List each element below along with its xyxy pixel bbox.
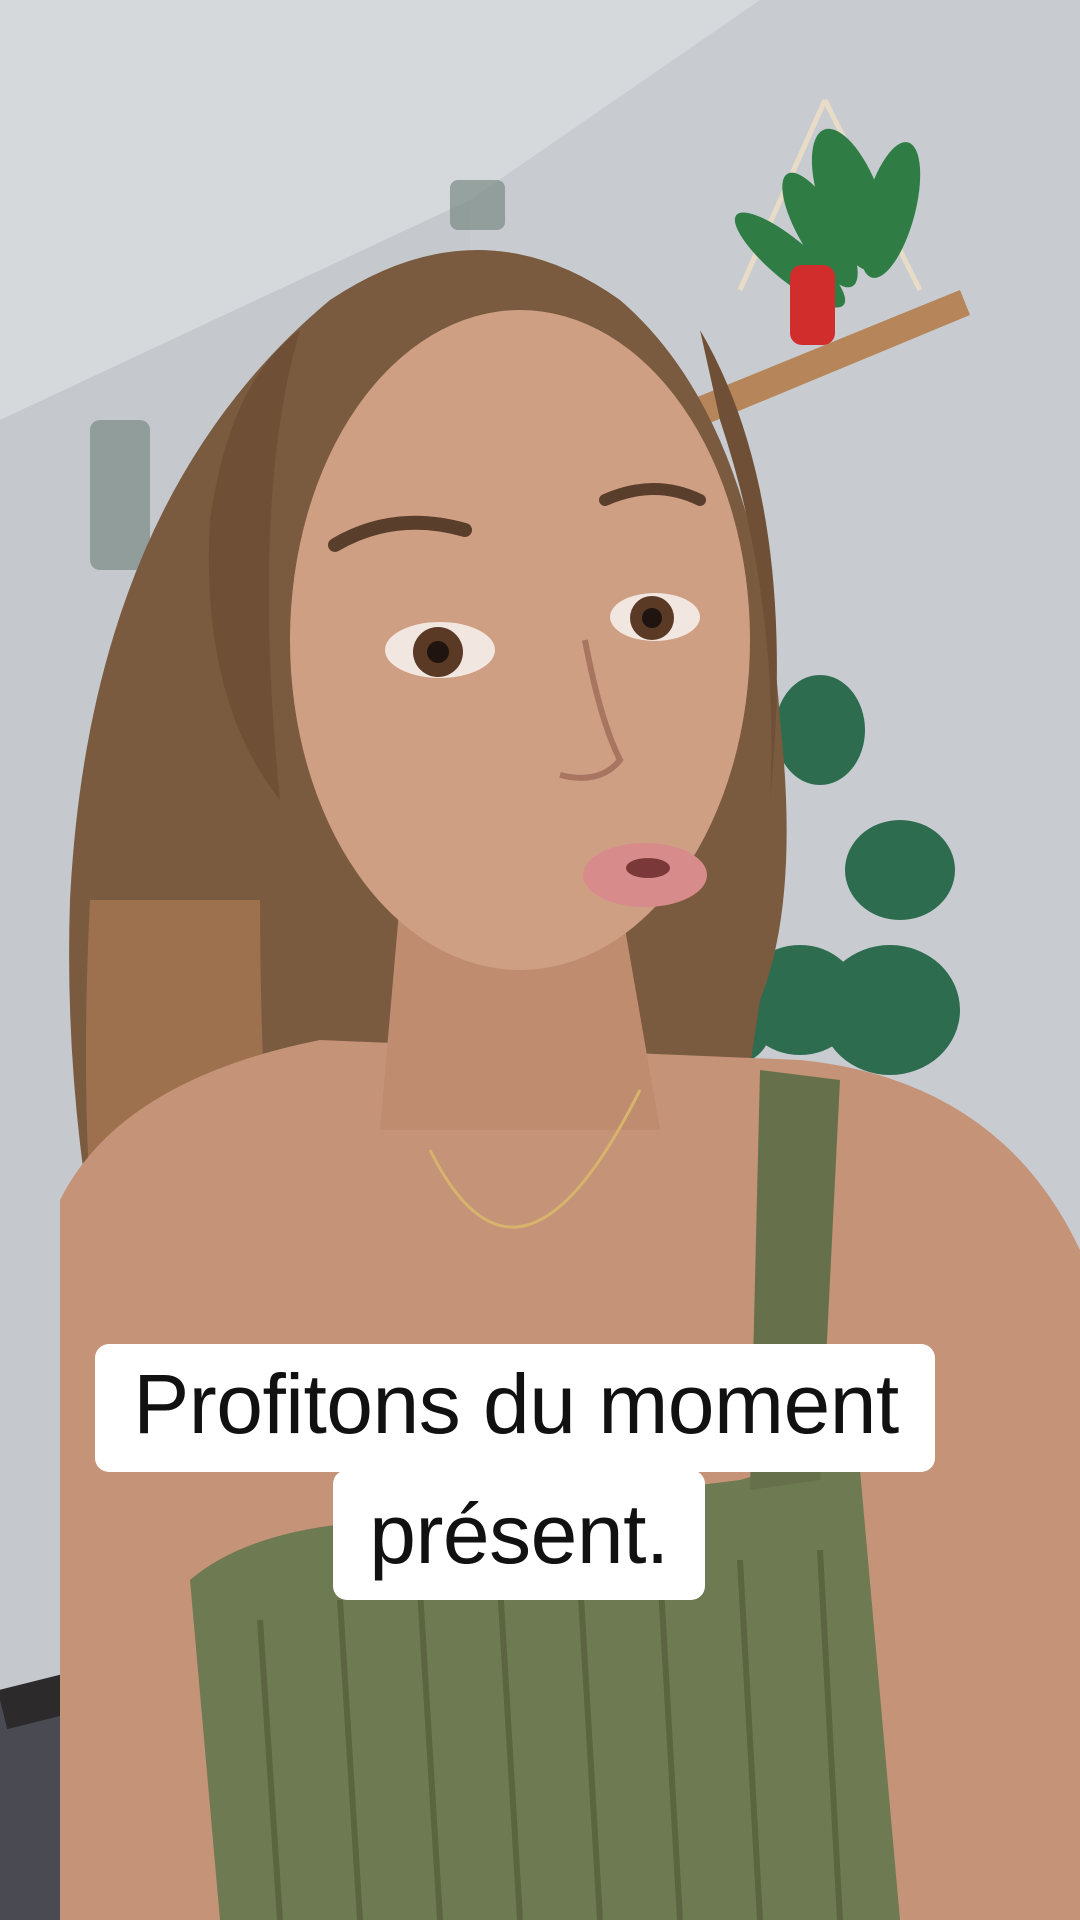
caption-line-1: Profitons du moment [95,1344,935,1472]
caption-line-2: présent. [333,1470,705,1600]
video-frame[interactable]: Profitons du moment présent. [0,0,1080,1920]
video-scene-image [0,0,1080,1920]
video-caption: Profitons du moment présent. [0,1344,1080,1600]
